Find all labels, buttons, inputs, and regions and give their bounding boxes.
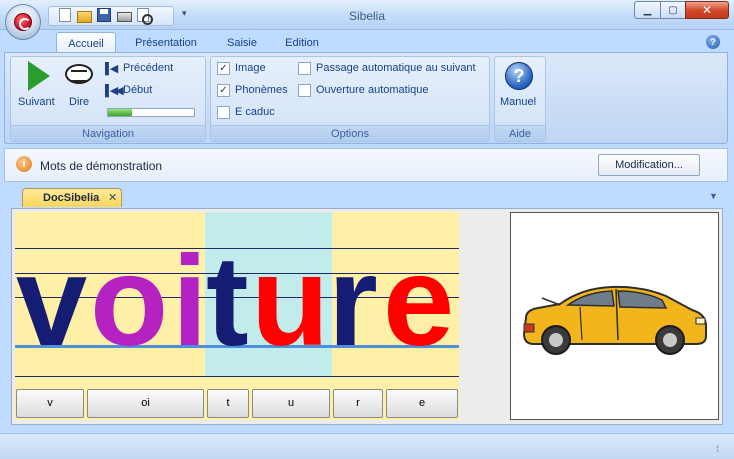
word-letter: v [16, 230, 87, 373]
phoneme-button-oi[interactable]: oi [87, 389, 204, 418]
precedent-button[interactable]: Précédent [123, 62, 173, 74]
modification-button[interactable]: Modification... [598, 154, 700, 176]
message-text: Mots de démonstration [40, 159, 163, 173]
tab-presentation[interactable]: Présentation [124, 32, 208, 53]
close-tab-icon[interactable]: ✕ [108, 191, 117, 204]
options-group-label: Options [211, 125, 489, 141]
play-icon [28, 61, 50, 91]
word-letter: e [383, 230, 454, 373]
phoneme-button-t[interactable]: t [207, 389, 249, 418]
word-letter: u [251, 230, 329, 373]
minimize-button[interactable]: ▁ [634, 1, 661, 19]
passage-auto-label: Passage automatique au suivant [316, 62, 476, 74]
window-title: Sibelia [348, 9, 386, 23]
tab-list-dropdown[interactable]: ▼ [709, 191, 718, 201]
image-checkbox[interactable]: ✓ [217, 62, 230, 75]
writing-line [15, 376, 459, 377]
manuel-label: Manuel [500, 96, 537, 108]
aide-group-label: Aide [495, 125, 545, 141]
word-letter: r [328, 230, 378, 373]
maximize-button[interactable]: ▢ [660, 1, 686, 19]
dire-button[interactable] [65, 64, 95, 90]
phonemes-checkbox[interactable]: ✓ [217, 84, 230, 97]
resize-grip[interactable]: ⁞⁞ [716, 444, 719, 454]
document-tab[interactable]: DocSibelia [22, 188, 122, 207]
suivant-label: Suivant [18, 96, 55, 108]
tab-accueil[interactable]: Accueil [56, 32, 116, 53]
info-icon: i [16, 156, 32, 172]
ecaduc-checkbox[interactable] [217, 106, 230, 119]
debut-button[interactable]: Début [123, 84, 152, 96]
suivant-button[interactable] [28, 61, 50, 91]
word-progress-bar [107, 108, 195, 117]
close-window-button[interactable]: ✕ [685, 1, 729, 19]
phoneme-button-u[interactable]: u [252, 389, 330, 418]
navigation-group-label: Navigation [11, 125, 205, 141]
speech-bubble-icon [65, 64, 93, 84]
help-icon[interactable]: ? [706, 35, 720, 49]
tab-saisie[interactable]: Saisie [218, 32, 266, 53]
word-letter: o [90, 230, 168, 373]
tab-edition[interactable]: Edition [276, 32, 328, 53]
ecaduc-option-label: E caduc [235, 106, 275, 118]
manuel-button[interactable]: ? [505, 62, 533, 90]
word-letter: i [172, 230, 208, 373]
office-button[interactable] [5, 4, 41, 40]
phoneme-button-r[interactable]: r [333, 389, 383, 418]
ouverture-auto-label: Ouverture automatique [316, 84, 429, 96]
help-icon: ? [505, 62, 533, 90]
car-illustration [522, 285, 707, 355]
previous-icon: ▌◀ [105, 63, 118, 75]
phoneme-button-v[interactable]: v [16, 389, 84, 418]
dire-label: Dire [69, 96, 90, 108]
passage-auto-checkbox[interactable] [298, 62, 311, 75]
phoneme-button-e[interactable]: e [386, 389, 458, 418]
phonemes-option-label: Phonèmes [235, 84, 288, 96]
status-bar [0, 433, 734, 459]
first-icon: ▌◀◀ [105, 85, 124, 97]
image-option-label: Image [235, 62, 266, 74]
app-logo-icon [14, 13, 32, 31]
word-letter: t [206, 230, 249, 373]
progress-fill [108, 109, 133, 116]
ribbon-tabs: Accueil Présentation Saisie Edition [0, 30, 734, 53]
ouverture-auto-checkbox[interactable] [298, 84, 311, 97]
